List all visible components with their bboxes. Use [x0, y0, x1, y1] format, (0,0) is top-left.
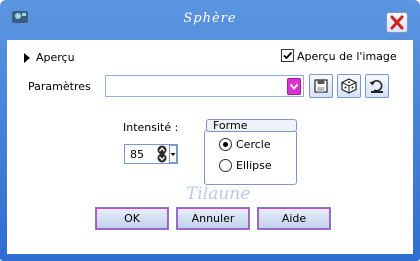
save-preset-button[interactable] — [309, 74, 333, 98]
intensity-spinbox[interactable]: 85 — [124, 144, 178, 164]
expand-preview-icon[interactable] — [24, 53, 30, 63]
cancel-button[interactable]: Annuler — [176, 207, 250, 230]
radio-ellipse-label[interactable]: Ellipse — [236, 159, 272, 172]
preview-image-checkbox[interactable] — [281, 49, 294, 62]
intensity-value[interactable]: 85 — [130, 148, 144, 161]
close-button[interactable] — [386, 12, 408, 33]
random-dice-icon — [341, 78, 357, 94]
reset-icon — [369, 80, 383, 93]
spin-dropdown-icon[interactable] — [169, 145, 177, 163]
title-bar[interactable]: Sphère — [0, 0, 420, 40]
dialog-window: Sphère Aperçu Aperçu de l'image Paramètr… — [0, 0, 420, 261]
params-combo[interactable] — [105, 75, 304, 97]
ok-button[interactable]: OK — [95, 207, 169, 230]
params-dropdown-button[interactable] — [287, 78, 301, 95]
close-icon — [390, 15, 404, 30]
radio-circle[interactable] — [219, 138, 232, 151]
reset-button[interactable] — [365, 74, 389, 98]
checkmark-icon — [283, 51, 293, 60]
radio-circle-label[interactable]: Cercle — [236, 138, 271, 151]
help-button[interactable]: Aide — [257, 207, 331, 230]
window-title: Sphère — [183, 11, 237, 26]
intensity-label: Intensité : — [123, 121, 179, 134]
params-label: Paramètres — [28, 80, 91, 93]
watermark: Tilaune — [186, 184, 251, 204]
shape-group-title: Forme — [206, 119, 297, 132]
preview-label[interactable]: Aperçu — [36, 51, 75, 64]
preview-image-label[interactable]: Aperçu de l'image — [297, 50, 397, 63]
spin-arrows-icon[interactable] — [155, 145, 169, 163]
random-button[interactable] — [337, 74, 361, 98]
radio-ellipse[interactable] — [219, 159, 232, 172]
chevron-down-icon — [289, 83, 299, 90]
save-icon — [314, 79, 328, 93]
